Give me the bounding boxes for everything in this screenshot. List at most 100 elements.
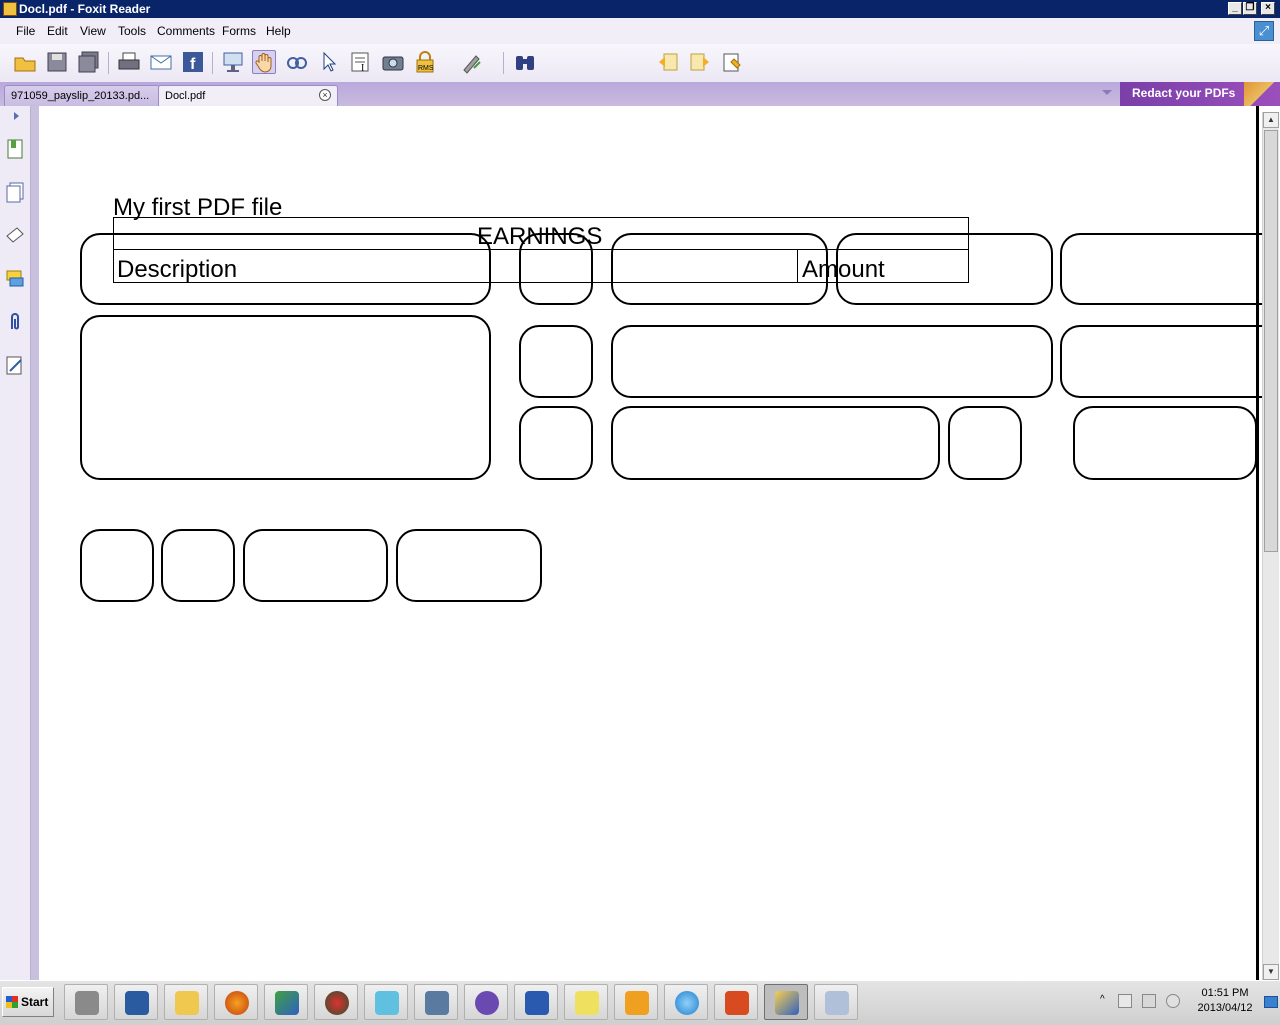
hand-tool-icon[interactable]	[252, 50, 276, 74]
taskbar-explorer[interactable]	[164, 984, 208, 1020]
print-icon[interactable]	[117, 50, 141, 74]
taskbar-ie[interactable]	[664, 984, 708, 1020]
minimize-button[interactable]: _	[1228, 2, 1242, 15]
form-box	[396, 529, 542, 602]
form-box	[80, 529, 154, 602]
bookmarks-icon[interactable]	[5, 138, 25, 160]
redact-banner[interactable]: Redact your PDFs	[1120, 82, 1280, 106]
find-options-icon[interactable]	[721, 50, 745, 74]
vertical-scrollbar[interactable]: ▲ ▼	[1262, 112, 1279, 980]
menu-comments[interactable]: Comments	[157, 24, 215, 38]
show-hidden-icons-icon[interactable]: ^	[1100, 994, 1105, 1005]
description-label: Description	[117, 256, 238, 283]
taskbar-bug[interactable]	[364, 984, 408, 1020]
scroll-thumb[interactable]	[1264, 130, 1278, 552]
signatures-icon[interactable]	[5, 354, 25, 376]
taskbar-firefox[interactable]	[214, 984, 258, 1020]
help-icon	[575, 991, 599, 1015]
infinity-icon	[475, 991, 499, 1015]
clock-time: 01:51 PM	[1201, 987, 1249, 999]
form-box	[948, 406, 1022, 480]
presentation-icon[interactable]	[221, 50, 245, 74]
explorer-icon	[175, 991, 199, 1015]
form-box	[611, 406, 940, 480]
find-previous-icon[interactable]	[656, 50, 680, 74]
pages-icon[interactable]	[5, 181, 25, 203]
facebook-icon[interactable]: f	[181, 50, 205, 74]
taskbar-powershell[interactable]	[114, 984, 158, 1020]
menu-tools[interactable]: Tools	[118, 24, 146, 38]
volume-muted-icon[interactable]	[1166, 994, 1180, 1008]
scroll-down-icon[interactable]: ▼	[1263, 964, 1279, 980]
find-next-icon[interactable]	[688, 50, 712, 74]
network-tray-icon[interactable]	[1142, 994, 1156, 1008]
toolbar-separator	[108, 52, 109, 74]
select-icon[interactable]	[317, 50, 341, 74]
outlook-icon	[625, 991, 649, 1015]
open-icon[interactable]	[13, 50, 37, 74]
form-box	[519, 406, 593, 480]
tab-dropdown-icon[interactable]	[1102, 90, 1112, 95]
foxit-app-icon	[3, 2, 17, 16]
find-binoculars-icon[interactable]	[513, 50, 537, 74]
tab-label: Docl.pdf	[165, 90, 206, 102]
taskbar-infinity[interactable]	[464, 984, 508, 1020]
calculator-icon	[825, 991, 849, 1015]
email-icon[interactable]	[149, 50, 173, 74]
navigation-panel	[0, 106, 31, 980]
firefox-icon	[225, 991, 249, 1015]
taskbar-calculator[interactable]	[814, 984, 858, 1020]
title-bar: Docl.pdf - Foxit Reader _ ❐ ×	[0, 0, 1280, 18]
taskbar-remote-desktop[interactable]	[414, 984, 458, 1020]
menu-help[interactable]: Help	[266, 24, 291, 38]
tab-label: 971059_payslip_20133.pd...	[11, 90, 150, 102]
expand-panel-icon[interactable]	[14, 112, 19, 120]
snapshot-zoom-icon[interactable]	[285, 50, 309, 74]
taskbar-network[interactable]	[264, 984, 308, 1020]
start-button[interactable]: Start	[2, 987, 54, 1017]
sign-icon[interactable]	[460, 50, 484, 74]
toolbar-separator	[503, 52, 504, 74]
toolbar: f I RMS	[0, 44, 1280, 115]
rms-lock-icon[interactable]: RMS	[413, 50, 437, 74]
taskbar-powerpoint[interactable]	[714, 984, 758, 1020]
foxit-icon	[775, 991, 799, 1015]
scroll-up-icon[interactable]: ▲	[1263, 112, 1279, 128]
menu-edit[interactable]: Edit	[47, 24, 68, 38]
svg-text:RMS: RMS	[418, 65, 434, 72]
panel-splitter[interactable]	[31, 106, 39, 980]
layers-icon[interactable]	[5, 224, 25, 246]
clock-date: 2013/04/12	[1197, 1002, 1253, 1014]
amount-label: Amount	[802, 256, 885, 283]
taskbar-help[interactable]	[564, 984, 608, 1020]
camera-icon[interactable]	[381, 50, 405, 74]
text-select-icon[interactable]: I	[349, 50, 373, 74]
tab-payslip[interactable]: 971059_payslip_20133.pd...	[4, 85, 160, 106]
restore-button[interactable]: ❐	[1243, 2, 1257, 15]
taskbar-server-manager[interactable]	[64, 984, 108, 1020]
close-button[interactable]: ×	[1261, 2, 1275, 15]
save-icon[interactable]	[45, 50, 69, 74]
ie-icon	[675, 991, 699, 1015]
taskbar-foxit[interactable]	[764, 984, 808, 1020]
windows-logo-icon	[6, 996, 18, 1008]
close-tab-icon[interactable]: ×	[319, 89, 331, 101]
save-all-icon[interactable]	[77, 50, 101, 74]
taskbar-outlook[interactable]	[614, 984, 658, 1020]
fullscreen-toggle-icon[interactable]: ⤢	[1254, 21, 1274, 41]
show-desktop-icon[interactable]	[1264, 996, 1278, 1008]
earnings-header: EARNINGS	[477, 223, 603, 250]
comments-icon[interactable]	[5, 268, 25, 290]
action-center-flag-icon[interactable]	[1118, 994, 1132, 1008]
taskbar-clock[interactable]: 01:51 PM 2013/04/12	[1190, 986, 1260, 1016]
powershell-icon	[125, 991, 149, 1015]
form-box	[243, 529, 388, 602]
menu-file[interactable]: File	[16, 24, 35, 38]
attachments-icon[interactable]	[5, 311, 25, 333]
taskbar-tool[interactable]	[314, 984, 358, 1020]
taskbar-word[interactable]	[514, 984, 558, 1020]
tab-docl[interactable]: Docl.pdf	[158, 85, 338, 106]
menu-forms[interactable]: Forms	[222, 24, 256, 38]
menu-view[interactable]: View	[80, 24, 106, 38]
form-box	[1073, 406, 1257, 480]
